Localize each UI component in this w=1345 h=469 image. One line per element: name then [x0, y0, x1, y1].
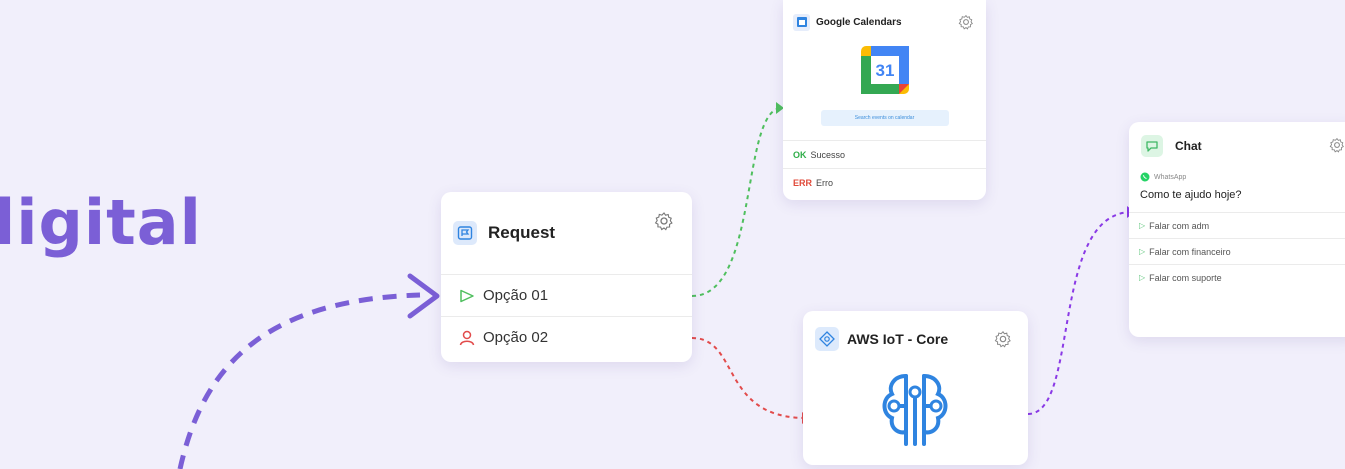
wire-option2-aws	[691, 337, 807, 419]
chat-option-3-label: Falar com suporte	[1149, 272, 1222, 283]
chat-option-1-label: Falar com adm	[1149, 220, 1210, 231]
google-calendar-logo: 31	[783, 44, 986, 96]
chat-option-1[interactable]: ▷ Falar com adm	[1129, 212, 1345, 238]
calendar-node-title: Google Calendars	[816, 16, 902, 28]
entry-arrow	[177, 292, 421, 469]
chat-node[interactable]: Chat WhatsApp Como te ajudo hoje? ▷ Fala…	[1129, 122, 1345, 337]
err-code: ERR	[793, 177, 813, 188]
calendar-node[interactable]: Google Calendars 31 Search events on cal…	[783, 0, 986, 200]
flag-icon	[453, 221, 477, 245]
calendar-icon	[793, 13, 810, 31]
gear-icon[interactable]	[958, 14, 974, 35]
whatsapp-icon	[1140, 172, 1150, 182]
calendar-output-err[interactable]: ERR Erro	[783, 168, 986, 196]
request-option-2[interactable]: Opção 02	[441, 316, 692, 358]
wire-option1-calendar	[691, 107, 783, 297]
calendar-action-button[interactable]: Search events on calendar	[820, 110, 949, 126]
request-option-1[interactable]: Opção 01	[441, 274, 692, 316]
user-icon	[459, 330, 475, 345]
aws-node-title: AWS IoT - Core	[847, 331, 949, 347]
chat-option-3[interactable]: ▷ Falar com suporte	[1129, 264, 1345, 290]
request-node-title: Request	[488, 223, 556, 242]
calendar-node-header: Google Calendars	[783, 0, 986, 44]
chat-option-2-label: Falar com financeiro	[1149, 246, 1231, 257]
aws-node[interactable]: AWS IoT - Core	[803, 311, 1028, 465]
wire-aws-chat	[1027, 211, 1133, 415]
aws-iot-core-icon	[882, 374, 948, 446]
ok-label: Sucesso	[810, 149, 846, 160]
gear-icon[interactable]	[654, 211, 674, 236]
err-label: Erro	[816, 177, 834, 188]
play-icon: ▷	[1139, 273, 1146, 282]
chat-node-title: Chat	[1175, 139, 1202, 153]
ok-code: OK	[793, 149, 807, 160]
aws-iot-icon	[815, 327, 839, 351]
request-node[interactable]: Request Opção 01 Opção 02	[441, 192, 692, 362]
chat-node-header: Chat	[1129, 122, 1345, 170]
svg-text:31: 31	[875, 61, 894, 80]
chat-icon	[1141, 135, 1163, 157]
chat-message: Como te ajudo hoje?	[1140, 189, 1242, 201]
play-icon	[460, 289, 474, 302]
play-icon: ▷	[1139, 247, 1146, 256]
gear-icon[interactable]	[994, 330, 1012, 353]
request-option-2-label: Opção 02	[483, 329, 549, 346]
chat-channel: WhatsApp	[1129, 170, 1345, 184]
play-icon: ▷	[1139, 221, 1146, 230]
chat-channel-label: WhatsApp	[1154, 173, 1187, 181]
calendar-output-ok[interactable]: OK Sucesso	[783, 140, 986, 168]
gear-icon[interactable]	[1329, 137, 1345, 158]
chat-option-2[interactable]: ▷ Falar com financeiro	[1129, 238, 1345, 264]
request-option-1-label: Opção 01	[483, 287, 549, 304]
